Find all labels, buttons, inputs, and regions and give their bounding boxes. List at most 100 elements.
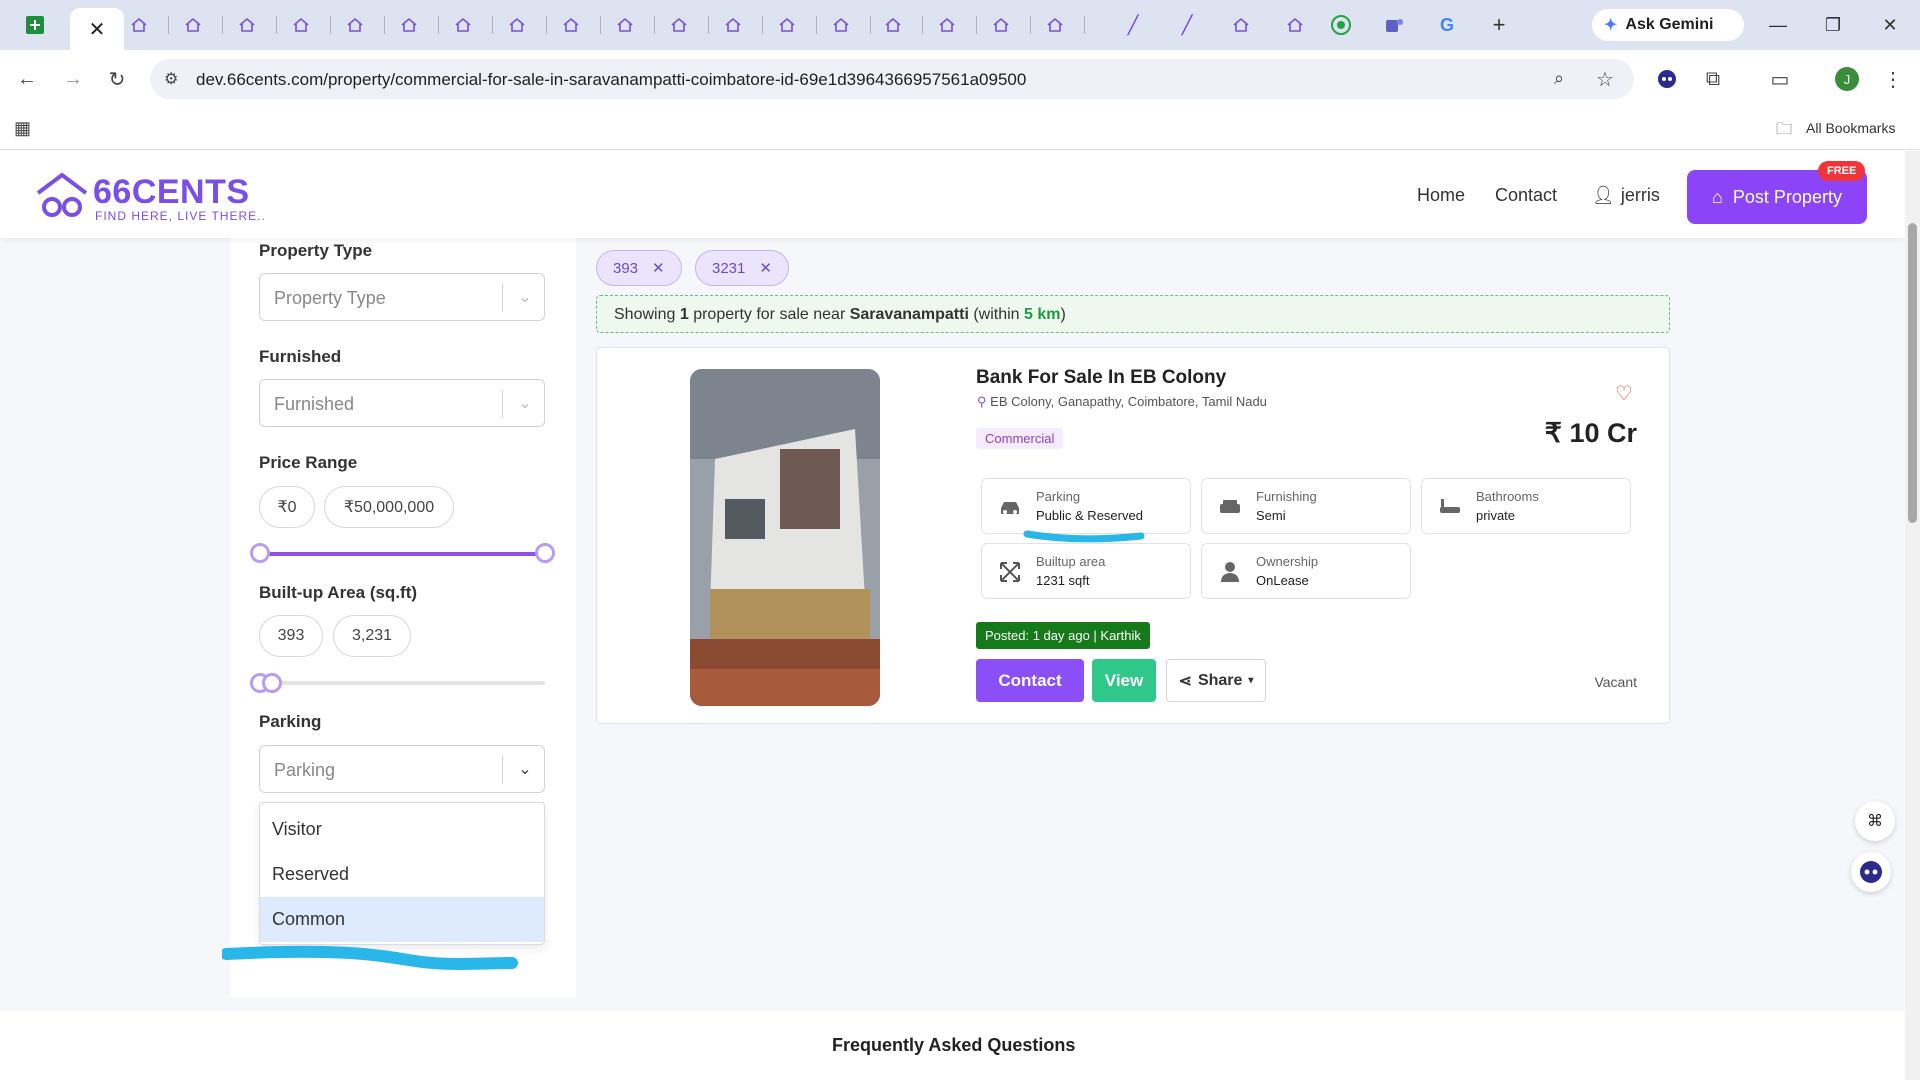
annotation-underline xyxy=(222,945,518,971)
builtup-slider-track[interactable] xyxy=(259,681,545,685)
minimize-button[interactable]: — xyxy=(1758,10,1798,40)
extension-icon[interactable] xyxy=(1652,64,1682,94)
tab-66cents[interactable] xyxy=(974,8,1028,42)
property-card[interactable]: Bank For Sale In EB Colony ⚲ EB Colony, … xyxy=(596,347,1670,724)
apps-grid-icon[interactable]: ▦ xyxy=(14,118,31,139)
builtup-slider-max-handle[interactable] xyxy=(262,673,282,693)
tab-edit-1[interactable]: ╱ xyxy=(1106,8,1160,42)
builtup-max-input[interactable]: 3,231 xyxy=(333,615,411,657)
property-type-select[interactable]: Property Type ⌄ xyxy=(259,273,545,321)
chevron-down-icon[interactable]: ⌄ xyxy=(514,286,536,308)
tab-66cents[interactable] xyxy=(112,8,166,42)
nav-user[interactable]: 👤︎ jerris xyxy=(1592,185,1660,206)
price-slider-max-handle[interactable] xyxy=(535,543,555,563)
chevron-down-icon[interactable]: ⌄ xyxy=(514,392,536,414)
menu-kebab-icon[interactable]: ⋮ xyxy=(1878,64,1908,94)
furnished-select[interactable]: Furnished ⌄ xyxy=(259,379,545,427)
tab-66cents[interactable] xyxy=(490,8,544,42)
filter-chip-builtup-min[interactable]: 393 ✕ xyxy=(596,250,682,286)
forward-button[interactable]: → xyxy=(58,64,88,94)
url-text[interactable]: dev.66cents.com/property/commercial-for-… xyxy=(196,70,1026,90)
favorite-heart-icon[interactable]: ♡ xyxy=(1615,381,1637,405)
tab-66cents[interactable] xyxy=(760,8,814,42)
tab-66cents[interactable] xyxy=(328,8,382,42)
tab-66cents[interactable] xyxy=(166,8,220,42)
nav-home[interactable]: Home xyxy=(1417,185,1465,206)
restore-button[interactable]: ❐ xyxy=(1813,10,1853,40)
browser-tab-bar: ✕ ╱ ╱ G + ✦ Ask Gemini — ❐ ✕ xyxy=(0,0,1920,50)
filter-chip-builtup-max[interactable]: 3231 ✕ xyxy=(695,250,789,286)
listing-title[interactable]: Bank For Sale In EB Colony xyxy=(976,367,1226,389)
omnibox[interactable]: ⚙ dev.66cents.com/property/commercial-fo… xyxy=(150,59,1634,99)
tab-66cents[interactable] xyxy=(382,8,436,42)
close-window-button[interactable]: ✕ xyxy=(1870,10,1910,40)
scrollbar-thumb[interactable] xyxy=(1908,223,1917,523)
house-icon xyxy=(131,17,147,32)
view-button[interactable]: View xyxy=(1092,659,1156,702)
site-info-icon[interactable]: ⚙ xyxy=(164,69,178,89)
tab-66cents[interactable] xyxy=(652,8,706,42)
tab-66cents[interactable] xyxy=(436,8,490,42)
ask-gemini-button[interactable]: ✦ Ask Gemini xyxy=(1592,9,1744,41)
all-bookmarks-link[interactable]: All Bookmarks xyxy=(1806,120,1895,136)
house-icon xyxy=(671,17,687,32)
parking-option-reserved[interactable]: Reserved xyxy=(260,852,544,897)
tab-66cents[interactable] xyxy=(598,8,652,42)
tab-sheets[interactable] xyxy=(8,8,62,42)
faq-section: Frequently Asked Questions xyxy=(0,1011,1905,1080)
price-slider-min-handle[interactable] xyxy=(250,543,270,563)
price-min-input[interactable]: ₹0 xyxy=(259,486,315,528)
tab-66cents[interactable] xyxy=(814,8,868,42)
tab-66cents[interactable] xyxy=(274,8,328,42)
logo-house-icon[interactable] xyxy=(34,171,90,221)
builtup-min-input[interactable]: 393 xyxy=(259,615,323,657)
back-button[interactable]: ← xyxy=(12,64,42,94)
chevron-down-icon[interactable]: ⌄ xyxy=(514,758,536,780)
parking-option-visitor[interactable]: Visitor xyxy=(260,807,544,852)
parking-select[interactable]: Parking ⌄ xyxy=(259,745,545,793)
results-summary: Showing 1 property for sale near Saravan… xyxy=(596,295,1670,333)
house-icon xyxy=(239,17,255,32)
cast-icon[interactable]: ▭ xyxy=(1765,64,1795,94)
property-photo[interactable] xyxy=(690,369,880,706)
zoom-icon[interactable]: ⌕ xyxy=(1554,68,1564,89)
tab-teams[interactable] xyxy=(1367,8,1421,42)
gemini-icon: ✦ xyxy=(1604,17,1618,34)
close-icon[interactable]: ✕ xyxy=(652,259,665,277)
close-icon[interactable]: ✕ xyxy=(759,259,772,277)
tab-edit-2[interactable]: ╱ xyxy=(1160,8,1214,42)
puzzle-icon[interactable]: ⧉ xyxy=(1698,64,1728,94)
parking-option-common[interactable]: Common xyxy=(260,897,544,942)
reload-button[interactable]: ↻ xyxy=(102,64,132,94)
tab-66cents[interactable] xyxy=(544,8,598,42)
tab-house-a[interactable] xyxy=(1214,8,1268,42)
chat-assistant-button[interactable] xyxy=(1851,852,1891,892)
tab-whatsapp[interactable] xyxy=(1314,8,1368,42)
tab-66cents[interactable] xyxy=(920,8,974,42)
price-slider-track[interactable] xyxy=(259,552,545,556)
profile-avatar[interactable]: J xyxy=(1832,64,1862,94)
feature-key: Parking xyxy=(1036,489,1081,504)
address-toolbar: ← → ↻ ⚙ dev.66cents.com/property/commerc… xyxy=(0,50,1920,108)
contact-button[interactable]: Contact xyxy=(976,659,1084,702)
close-tab-icon[interactable]: ✕ xyxy=(89,17,106,42)
tab-google[interactable]: G xyxy=(1420,8,1474,42)
feature-key: Furnishing xyxy=(1256,489,1317,504)
widget-grid-button[interactable]: ⌘ xyxy=(1855,801,1895,841)
whatsapp-icon xyxy=(1331,15,1351,35)
new-tab-button[interactable]: + xyxy=(1472,8,1526,42)
logo-wordmark[interactable]: 66CENTS xyxy=(93,173,250,212)
page-scrollbar[interactable] xyxy=(1905,151,1920,1080)
nav-contact[interactable]: Contact xyxy=(1495,185,1557,206)
tab-66cents[interactable] xyxy=(866,8,920,42)
price-max-input[interactable]: ₹50,000,000 xyxy=(324,486,454,528)
bookmark-star-icon[interactable]: ☆ xyxy=(1596,67,1614,92)
tab-66cents[interactable] xyxy=(706,8,760,42)
house-icon xyxy=(1047,17,1063,32)
share-button[interactable]: ⋖ Share ▾ xyxy=(1166,659,1266,702)
select-divider xyxy=(502,756,503,784)
house-icon xyxy=(563,17,579,32)
price-range-label: Price Range xyxy=(259,453,358,472)
tab-66cents[interactable] xyxy=(220,8,274,42)
tab-66cents[interactable] xyxy=(1028,8,1082,42)
